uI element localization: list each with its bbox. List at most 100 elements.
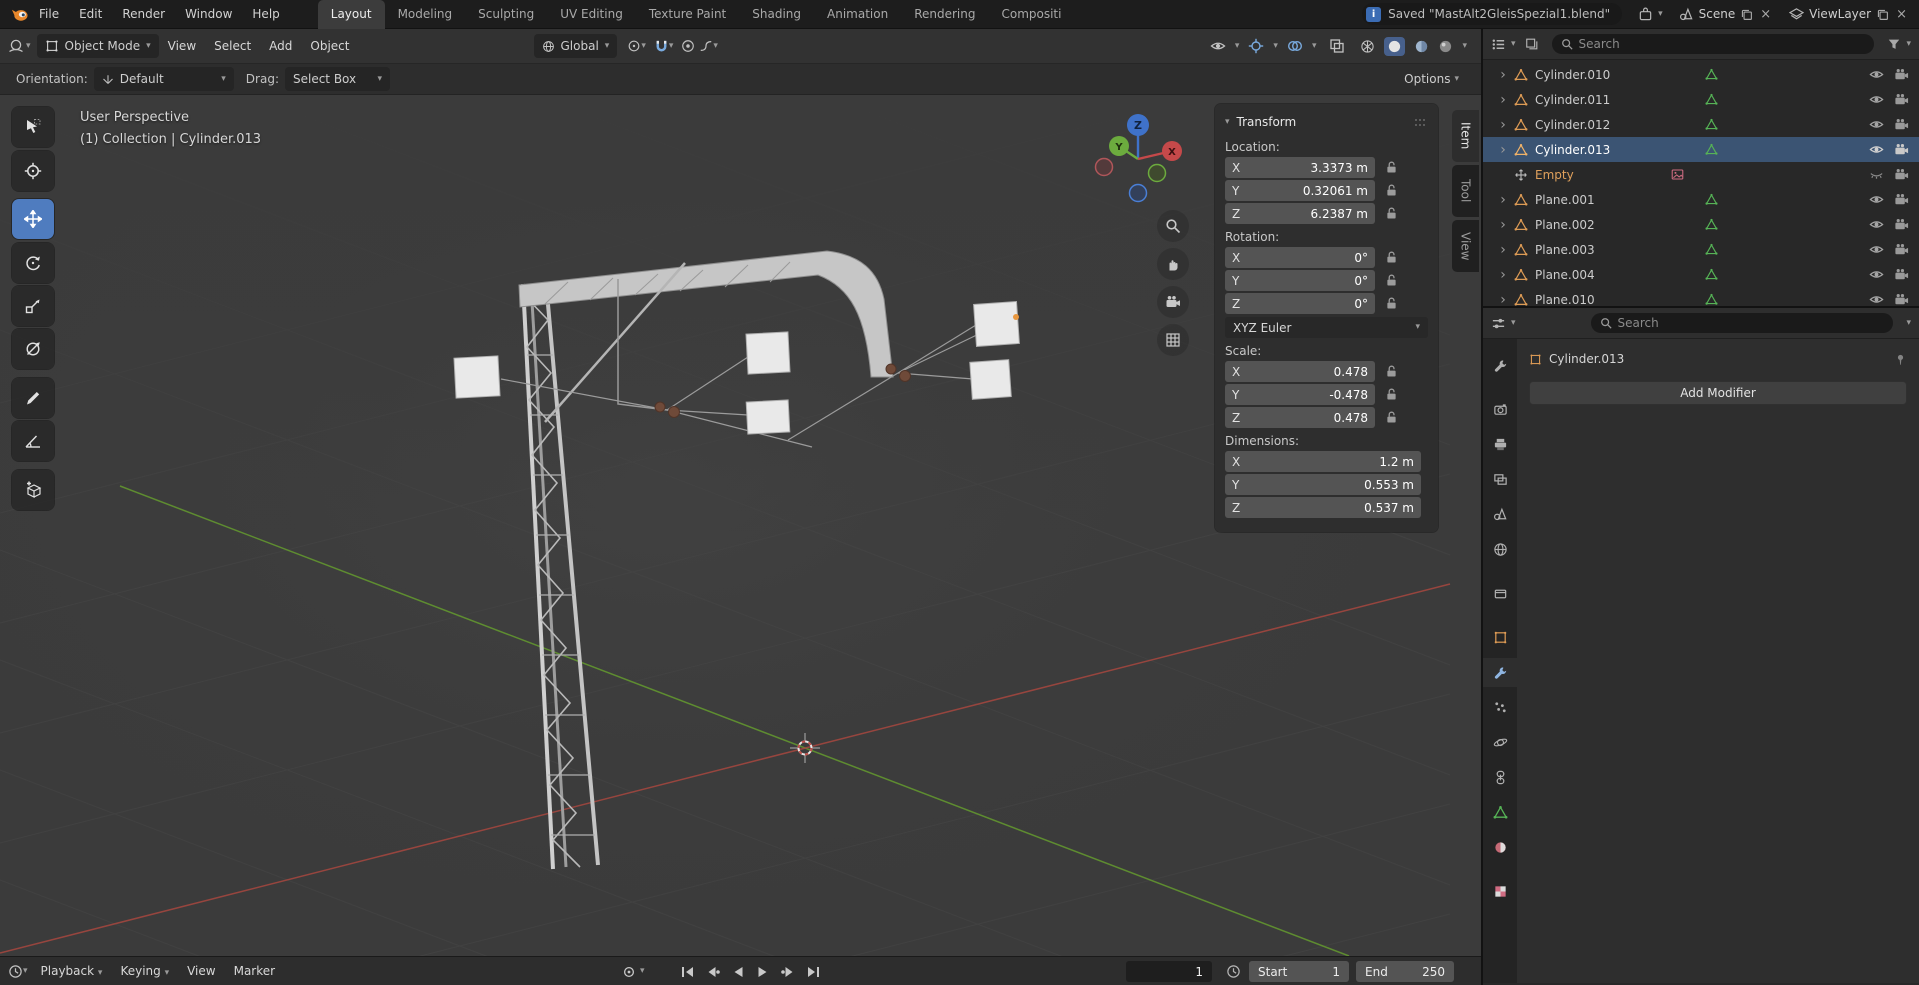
tab-output-properties[interactable] [1483,430,1517,459]
workspace-tab-layout[interactable]: Layout [318,0,385,29]
chevron-down-icon[interactable]: ▾ [1235,42,1240,51]
scale-tool-button[interactable] [12,286,54,326]
location-y-field[interactable]: Y0.32061 m [1225,180,1375,201]
lock-icon[interactable] [1375,207,1407,220]
move-tool-button[interactable] [12,199,54,239]
chevron-down-icon[interactable]: ▾ [1273,42,1278,51]
workspace-tab-shading[interactable]: Shading [739,0,814,29]
expand-icon[interactable]: › [1497,68,1509,82]
properties-search-input[interactable] [1618,316,1885,330]
expand-icon[interactable]: › [1497,143,1509,157]
zoom-button[interactable] [1157,210,1189,242]
pin-icon[interactable] [1894,353,1907,366]
new-viewlayer-icon[interactable] [1876,8,1889,21]
orientation-dropdown[interactable]: Default ▾ [94,67,234,91]
tab-texture-properties[interactable] [1483,877,1517,906]
outliner-item-empty[interactable]: › Empty [1483,162,1919,187]
expand-icon[interactable]: › [1497,93,1509,107]
timeline-editor-icon[interactable] [8,964,23,979]
hide-viewport-toggle[interactable] [1869,167,1884,182]
gizmo-y-label[interactable]: Y [1114,142,1123,153]
tab-world-properties[interactable] [1483,535,1517,564]
scene-name[interactable]: Scene [1699,7,1736,21]
outliner-item-cylinder-013[interactable]: › Cylinder.013 [1483,137,1919,162]
chevron-down-icon[interactable]: ▾ [1312,42,1317,51]
tab-data-properties[interactable] [1483,798,1517,827]
lock-icon[interactable] [1375,388,1407,401]
object-type-visibility-icon[interactable] [1210,38,1226,54]
disable-render-toggle[interactable] [1894,292,1909,306]
dimensions-y-field[interactable]: Y0.553 m [1225,474,1421,495]
lock-icon[interactable] [1375,274,1407,287]
chevron-down-icon[interactable]: ▾ [713,42,718,51]
chevron-down-icon[interactable]: ▾ [1906,40,1911,49]
menu-render[interactable]: Render [112,0,175,29]
expand-icon[interactable]: › [1497,268,1509,282]
toggle-ortho-button[interactable] [1157,324,1189,356]
hide-viewport-toggle[interactable] [1869,217,1884,232]
pivot-point-icon[interactable] [627,39,641,53]
rotation-mode-dropdown[interactable]: XYZ Euler▾ [1225,317,1428,338]
scale-y-field[interactable]: Y-0.478 [1225,384,1375,405]
workspace-tab-uv-editing[interactable]: UV Editing [547,0,636,29]
add-modifier-button[interactable]: Add Modifier [1529,381,1907,405]
chevron-down-icon[interactable]: ▾ [23,967,28,976]
menu-file[interactable]: File [29,0,69,29]
menu-marker[interactable]: Marker [225,964,284,978]
cursor-tool-button[interactable] [12,151,54,191]
remove-viewlayer-icon[interactable]: × [1894,7,1909,22]
hide-viewport-toggle[interactable] [1869,92,1884,107]
chevron-down-icon[interactable]: ▾ [641,42,646,51]
show-gizmo-icon[interactable] [1248,38,1264,54]
menu-playback[interactable]: Playback ▾ [32,964,112,978]
camera-view-button[interactable] [1157,286,1189,318]
tab-scene-properties[interactable] [1483,500,1517,529]
tab-constraint-properties[interactable] [1483,763,1517,792]
chevron-down-icon[interactable]: ▾ [26,42,31,51]
new-scene-icon[interactable] [1740,8,1753,21]
hide-viewport-toggle[interactable] [1869,117,1884,132]
tab-material-properties[interactable] [1483,833,1517,862]
workspace-tab-modeling[interactable]: Modeling [385,0,466,29]
frame-start-field[interactable]: Start1 [1249,961,1349,982]
location-x-field[interactable]: X3.3373 m [1225,157,1375,178]
play-reverse-button[interactable] [726,960,749,983]
menu-edit[interactable]: Edit [69,0,112,29]
current-frame-field[interactable]: 1 [1126,961,1212,982]
menu-add[interactable]: Add [260,39,301,53]
chevron-down-icon[interactable]: ▾ [1511,319,1516,328]
outliner-item-cylinder-012[interactable]: › Cylinder.012 [1483,112,1919,137]
blender-logo-icon[interactable] [10,6,29,23]
hide-viewport-toggle[interactable] [1869,242,1884,257]
rotate-tool-button[interactable] [12,243,54,283]
tab-modifier-properties[interactable] [1483,658,1517,687]
tab-view[interactable]: View [1452,220,1479,272]
menu-window[interactable]: Window [175,0,242,29]
workspace-tab-rendering[interactable]: Rendering [901,0,988,29]
hide-viewport-toggle[interactable] [1869,192,1884,207]
outliner-item-plane-001[interactable]: › Plane.001 [1483,187,1919,212]
workspace-tab-sculpting[interactable]: Sculpting [465,0,547,29]
menu-view[interactable]: View [159,39,205,53]
display-mode-icon[interactable] [1525,37,1539,51]
falloff-curve-icon[interactable] [699,39,713,53]
lock-icon[interactable] [1375,184,1407,197]
outliner-item-cylinder-010[interactable]: › Cylinder.010 [1483,62,1919,87]
snap-magnet-icon[interactable] [654,39,669,54]
disable-render-toggle[interactable] [1894,242,1909,257]
extensions-cluster[interactable]: ▾ [1638,7,1663,22]
filter-icon[interactable] [1887,37,1901,51]
frame-end-field[interactable]: End250 [1356,961,1454,982]
disable-render-toggle[interactable] [1894,67,1909,82]
workspace-tab-compositing[interactable]: Compositing [988,0,1062,29]
lock-icon[interactable] [1375,161,1407,174]
expand-icon[interactable]: › [1497,193,1509,207]
hide-viewport-toggle[interactable] [1869,67,1884,82]
transform-orientation-selector[interactable]: Global ▾ [534,34,618,58]
gizmo-x-label[interactable]: X [1168,147,1176,158]
expand-icon[interactable]: › [1497,293,1509,307]
disable-render-toggle[interactable] [1894,192,1909,207]
previous-keyframe-button[interactable] [701,960,724,983]
auto-keyframe-toggle[interactable]: ▾ [622,960,645,983]
outliner-item-plane-002[interactable]: › Plane.002 [1483,212,1919,237]
